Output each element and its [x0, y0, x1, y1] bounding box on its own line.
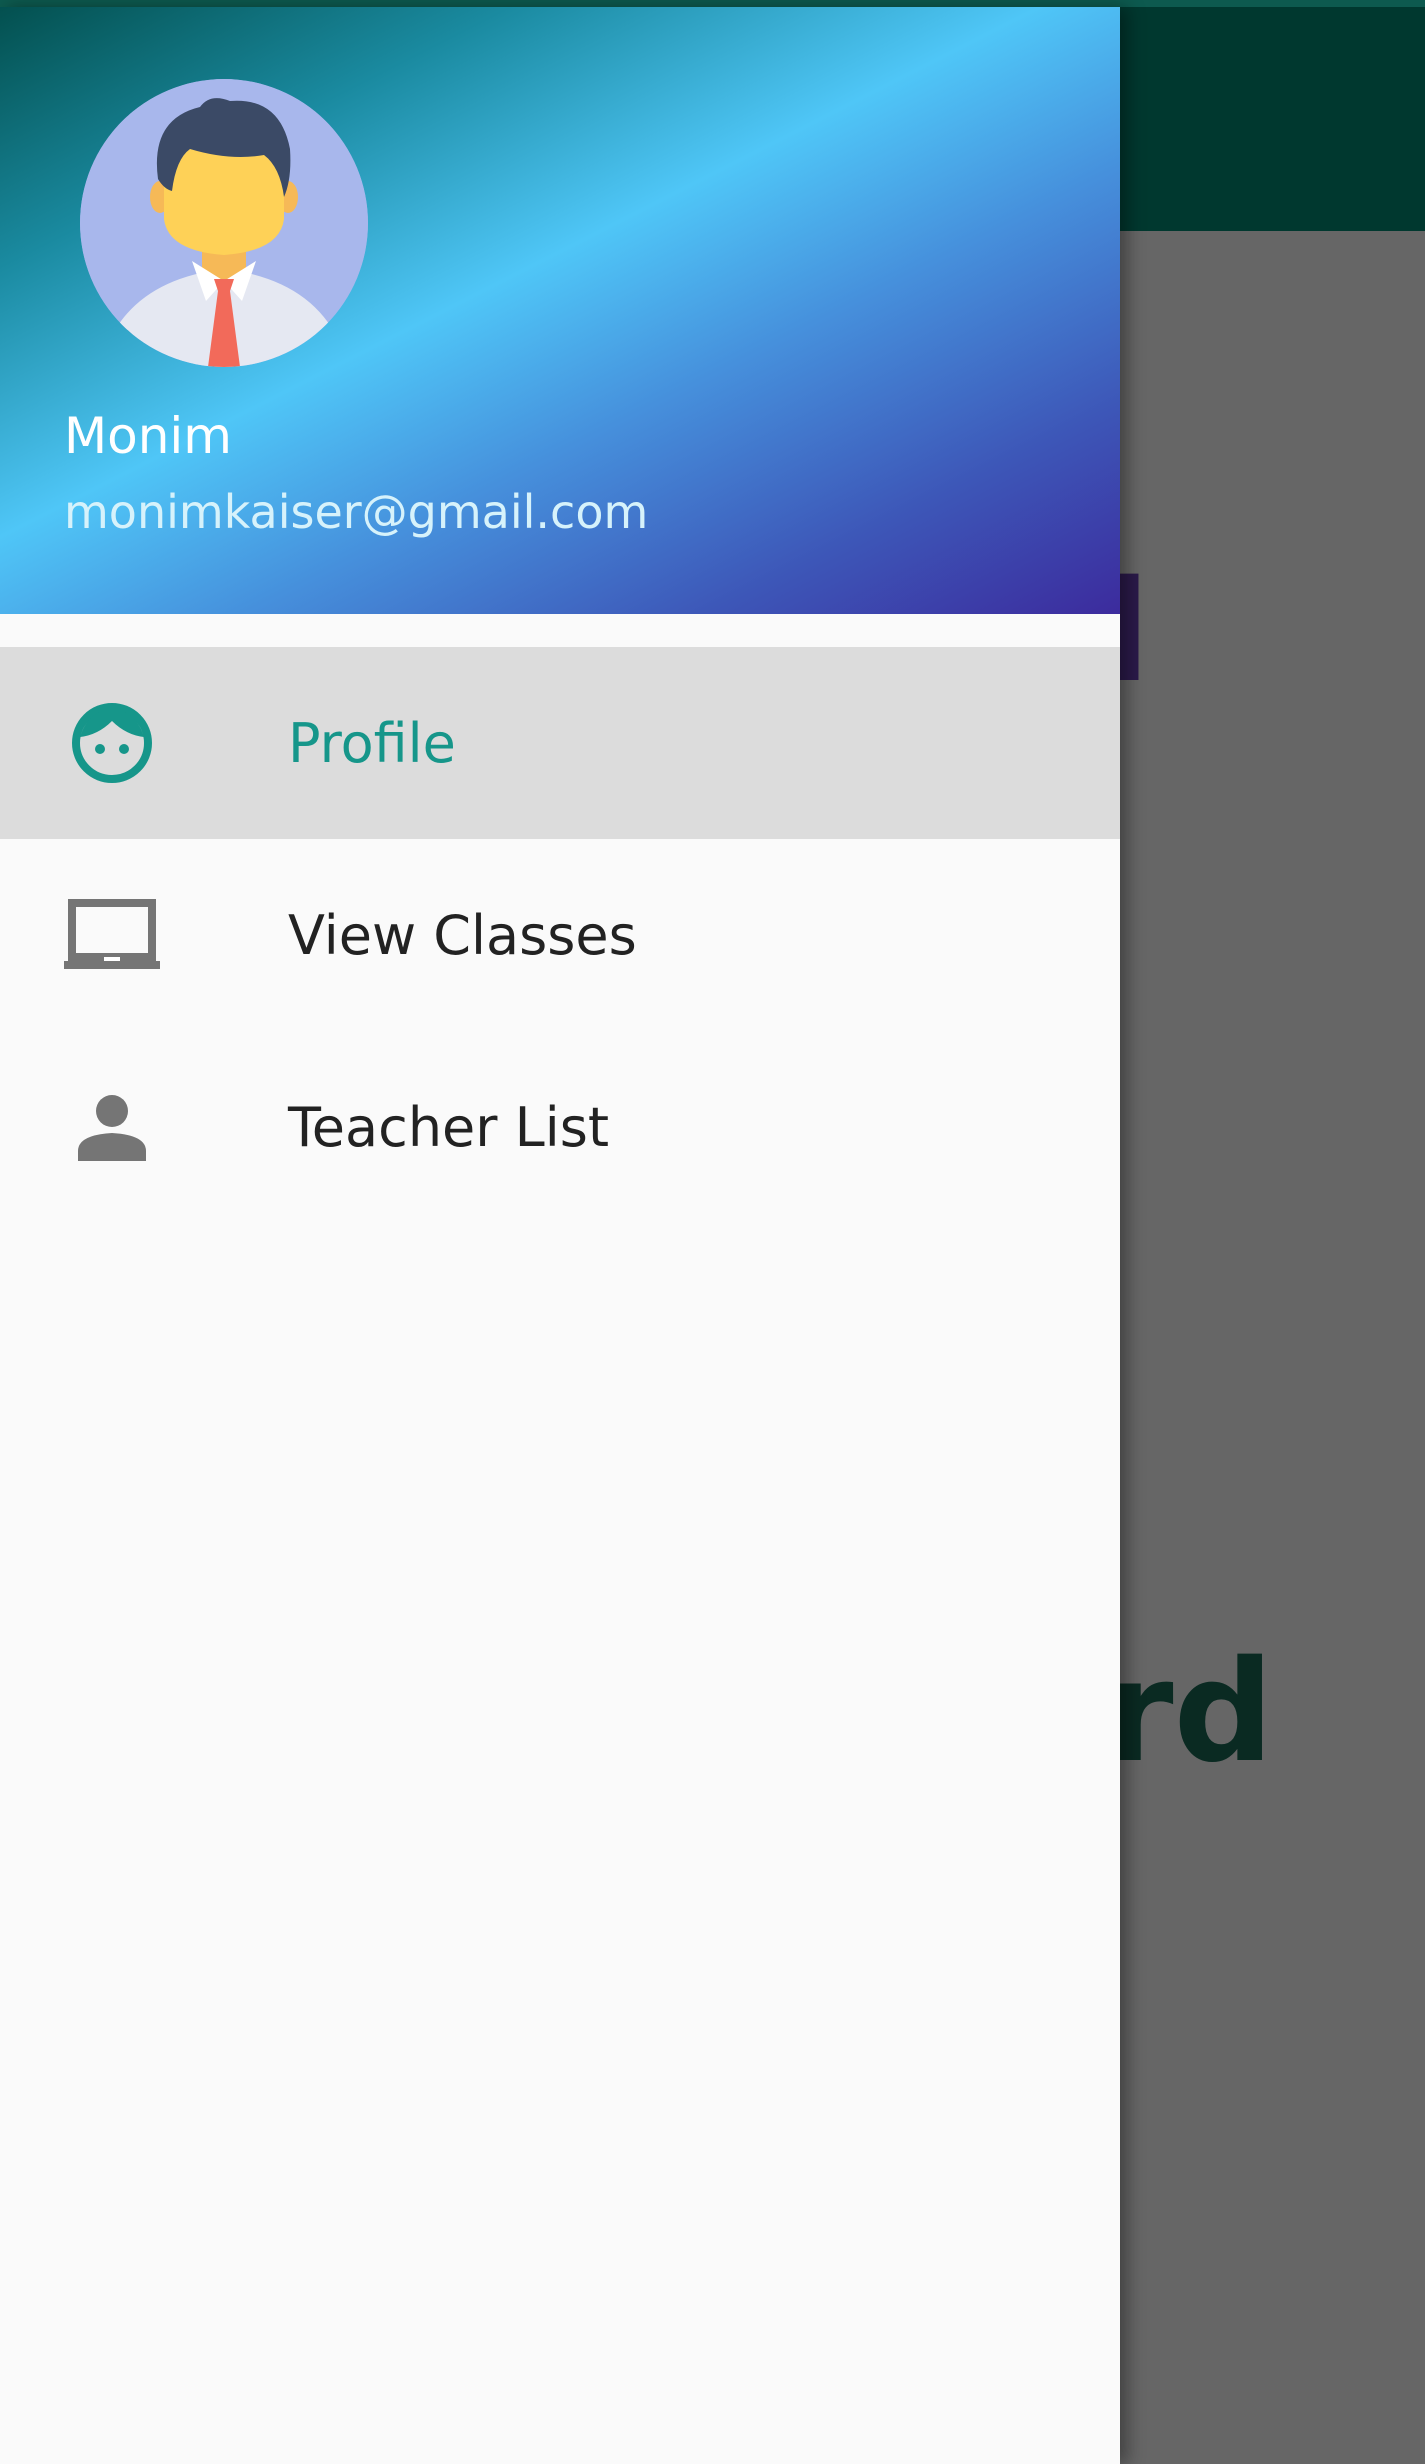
laptop-icon	[60, 883, 164, 987]
user-avatar-icon[interactable]	[80, 79, 368, 367]
drawer-menu: Profile View Classes Teacher List	[0, 647, 1120, 1223]
drawer-item-profile[interactable]: Profile	[0, 647, 1120, 839]
drawer-item-teacher-list[interactable]: Teacher List	[0, 1031, 1120, 1223]
drawer-header: Monim monimkaiser@gmail.com	[0, 7, 1120, 614]
drawer-item-label: Teacher List	[288, 1095, 610, 1159]
user-email: monimkaiser@gmail.com	[64, 485, 649, 539]
status-bar	[0, 0, 1425, 7]
face-icon	[60, 691, 164, 795]
screen: d ard	[0, 0, 1425, 2464]
user-name: Monim	[64, 407, 233, 465]
person-icon	[60, 1075, 164, 1179]
drawer-item-view-classes[interactable]: View Classes	[0, 839, 1120, 1031]
navigation-drawer: Monim monimkaiser@gmail.com Profile View…	[0, 7, 1120, 2464]
drawer-item-label: Profile	[288, 711, 456, 775]
avatar-illustration	[80, 79, 368, 367]
drawer-item-label: View Classes	[288, 903, 637, 967]
